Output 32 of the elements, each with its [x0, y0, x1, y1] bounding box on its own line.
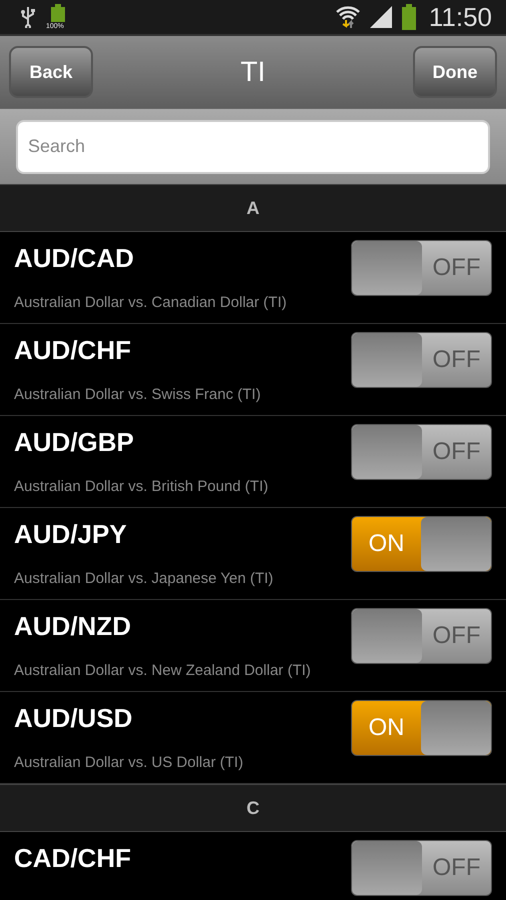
currency-pair: AUD/JPY [14, 519, 128, 550]
wifi-icon [334, 4, 361, 30]
toggle-switch[interactable]: OFF [351, 332, 492, 388]
screen-title: TI [240, 56, 266, 88]
toggle-switch[interactable]: OFF [351, 840, 492, 896]
section-letter: C [246, 798, 260, 818]
currency-pair: AUD/CAD [14, 243, 135, 274]
section-letter: A [246, 198, 260, 218]
done-button[interactable]: Done [412, 46, 497, 98]
toggle-switch[interactable]: OFF [351, 240, 492, 296]
pair-description: Australian Dollar vs. Japanese Yen (TI) [14, 570, 274, 587]
search-field[interactable]: Search [16, 120, 490, 174]
currency-pair: AUD/USD [14, 703, 134, 734]
toggle-switch[interactable]: OFF [351, 608, 492, 664]
pair-description: Australian Dollar vs. Swiss Franc (TI) [14, 386, 261, 403]
back-button[interactable]: Back [9, 46, 93, 98]
toggle-switch[interactable]: ON [351, 700, 492, 756]
usb-icon [20, 6, 36, 28]
currency-pair: AUD/NZD [14, 611, 132, 642]
currency-pair: AUD/GBP [14, 427, 135, 458]
pair-description: Australian Dollar vs. Canadian Dollar (TI) [14, 294, 287, 311]
toggle-switch[interactable]: OFF [351, 424, 492, 480]
battery-icon [400, 4, 417, 30]
battery-icon [50, 4, 66, 22]
currency-pair: AUD/CHF [14, 335, 132, 366]
pair-description: Australian Dollar vs. US Dollar (TI) [14, 754, 244, 771]
signal-icon [368, 5, 393, 29]
toggle-switch[interactable]: ON [351, 516, 492, 572]
pair-description: Australian Dollar vs. New Zealand Dollar (TI) [14, 662, 311, 679]
clock: 11:50 [428, 2, 492, 32]
pair-description: Australian Dollar vs. British Pound (TI) [14, 478, 268, 495]
currency-pair: CAD/CHF [14, 843, 131, 874]
